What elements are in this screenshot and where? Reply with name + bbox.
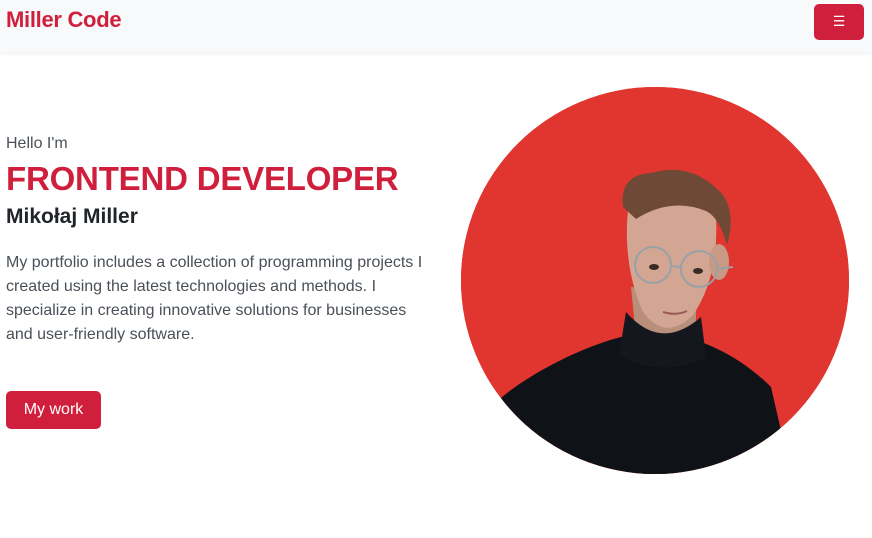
greeting-text: Hello I'm — [6, 135, 68, 152]
name-heading: Mikołaj Miller — [6, 205, 138, 228]
hamburger-icon: ☰ — [832, 14, 846, 30]
bio-text: My portfolio includes a collection of pr… — [6, 254, 423, 343]
profile-photo — [461, 87, 849, 474]
menu-toggle-button[interactable]: ☰ — [814, 4, 864, 40]
role-heading: FRONTEND DEVELOPER — [6, 160, 399, 197]
my-work-button[interactable]: My work — [6, 391, 101, 429]
brand-logo[interactable]: Miller Code — [6, 7, 122, 33]
navbar: Miller Code ☰ — [0, 0, 872, 52]
hero-text: Hello I'm FRONTEND DEVELOPER Mikołaj Mil… — [6, 134, 436, 347]
